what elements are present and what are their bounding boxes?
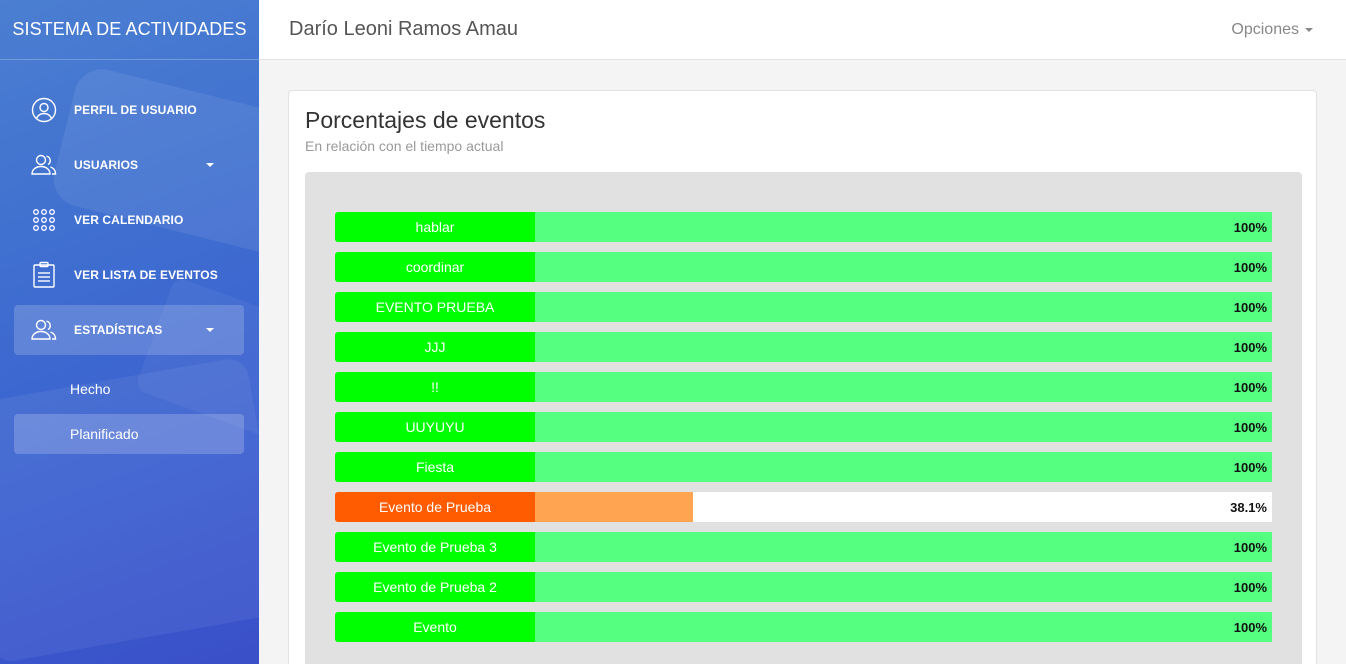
event-progress-row: JJJ 100% — [335, 332, 1272, 362]
event-name-label: Evento de Prueba 2 — [335, 572, 535, 602]
progress-track: 38.1% — [535, 492, 1272, 522]
sidebar-subitem-label: Planificado — [70, 426, 139, 442]
progress-fill — [535, 412, 1272, 442]
event-name-label: Fiesta — [335, 452, 535, 482]
progress-track: 100% — [535, 372, 1272, 402]
event-progress-row: !! 100% — [335, 372, 1272, 402]
event-name-label: UUYUYU — [335, 412, 535, 442]
progress-percent: 100% — [1233, 339, 1267, 355]
progress-fill — [535, 612, 1272, 642]
top-navbar: Darío Leoni Ramos Amau Opciones — [259, 0, 1346, 60]
progress-percent: 100% — [1233, 259, 1267, 275]
chevron-down-icon — [1305, 27, 1313, 32]
card-subtitle: En relación con el tiempo actual — [305, 138, 504, 154]
sidebar-item-label: VER LISTA DE EVENTOS — [74, 268, 218, 282]
progress-percent: 100% — [1233, 539, 1267, 555]
user-circle-icon — [30, 96, 58, 124]
progress-percent: 100% — [1233, 579, 1267, 595]
event-progress-row: hablar 100% — [335, 212, 1272, 242]
sidebar: SISTEMA DE ACTIVIDADES PERFIL DE USUARIO — [0, 0, 259, 664]
event-name-label: hablar — [335, 212, 535, 242]
progress-percent: 100% — [1233, 299, 1267, 315]
app-brand[interactable]: SISTEMA DE ACTIVIDADES — [0, 0, 259, 60]
event-progress-row: Evento de Prueba 3 100% — [335, 532, 1272, 562]
progress-fill — [535, 492, 693, 522]
users-icon — [30, 151, 58, 179]
progress-percent: 100% — [1233, 419, 1267, 435]
event-name-label: coordinar — [335, 252, 535, 282]
stats-card: Porcentajes de eventos En relación con e… — [288, 90, 1317, 664]
progress-fill — [535, 332, 1272, 362]
progress-track: 100% — [535, 332, 1272, 362]
progress-fill — [535, 572, 1272, 602]
event-name-label: Evento — [335, 612, 535, 642]
progress-percent: 100% — [1233, 619, 1267, 635]
grid-dots-icon — [30, 206, 58, 234]
progress-track: 100% — [535, 572, 1272, 602]
sidebar-item-estadisticas[interactable]: ESTADÍSTICAS — [14, 305, 244, 355]
event-progress-row: EVENTO PRUEBA 100% — [335, 292, 1272, 322]
progress-fill — [535, 452, 1272, 482]
progress-track: 100% — [535, 532, 1272, 562]
card-title: Porcentajes de eventos — [305, 107, 546, 133]
sidebar-item-label: VER CALENDARIO — [74, 213, 184, 227]
chevron-down-icon — [206, 163, 214, 167]
progress-rows: hablar 100% coordinar 100% EVENTO PRUEBA 100%… — [335, 212, 1272, 652]
progress-percent: 38.1% — [1230, 499, 1267, 515]
event-name-label: Evento de Prueba — [335, 492, 535, 522]
clipboard-icon — [30, 261, 58, 289]
progress-track: 100% — [535, 612, 1272, 642]
sidebar-item-perfil[interactable]: PERFIL DE USUARIO — [14, 85, 244, 135]
progress-fill — [535, 252, 1272, 282]
progress-track: 100% — [535, 412, 1272, 442]
event-name-label: Evento de Prueba 3 — [335, 532, 535, 562]
chevron-down-icon — [206, 328, 214, 332]
progress-fill — [535, 372, 1272, 402]
progress-chart: hablar 100% coordinar 100% EVENTO PRUEBA 100%… — [305, 172, 1302, 664]
event-name-label: !! — [335, 372, 535, 402]
sidebar-subitem-label: Hecho — [70, 381, 111, 397]
progress-percent: 100% — [1233, 219, 1267, 235]
sidebar-item-label: PERFIL DE USUARIO — [74, 103, 197, 117]
sidebar-item-calendario[interactable]: VER CALENDARIO — [14, 195, 244, 245]
progress-fill — [535, 212, 1272, 242]
progress-percent: 100% — [1233, 379, 1267, 395]
sidebar-subitem-planificado[interactable]: Planificado — [14, 414, 244, 454]
sidebar-subitem-hecho[interactable]: Hecho — [14, 369, 244, 409]
progress-track: 100% — [535, 452, 1272, 482]
progress-track: 100% — [535, 212, 1272, 242]
sidebar-item-usuarios[interactable]: USUARIOS — [14, 140, 244, 190]
options-label: Opciones — [1231, 20, 1299, 38]
progress-track: 100% — [535, 252, 1272, 282]
event-name-label: EVENTO PRUEBA — [335, 292, 535, 322]
sidebar-item-lista-eventos[interactable]: VER LISTA DE EVENTOS — [14, 250, 244, 300]
progress-track: 100% — [535, 292, 1272, 322]
event-progress-row: Evento de Prueba 38.1% — [335, 492, 1272, 522]
progress-fill — [535, 292, 1272, 322]
options-dropdown[interactable]: Opciones — [1231, 21, 1313, 39]
event-progress-row: Evento 100% — [335, 612, 1272, 642]
event-name-label: JJJ — [335, 332, 535, 362]
progress-fill — [535, 532, 1272, 562]
event-progress-row: Fiesta 100% — [335, 452, 1272, 482]
sidebar-nav: PERFIL DE USUARIO USUARIOS VER CALENDARI… — [0, 60, 259, 454]
user-name: Darío Leoni Ramos Amau — [289, 18, 519, 40]
users-icon — [30, 316, 58, 344]
sidebar-item-label: USUARIOS — [74, 158, 139, 172]
event-progress-row: UUYUYU 100% — [335, 412, 1272, 442]
progress-percent: 100% — [1233, 459, 1267, 475]
event-progress-row: Evento de Prueba 2 100% — [335, 572, 1272, 602]
event-progress-row: coordinar 100% — [335, 252, 1272, 282]
sidebar-item-label: ESTADÍSTICAS — [74, 323, 163, 337]
